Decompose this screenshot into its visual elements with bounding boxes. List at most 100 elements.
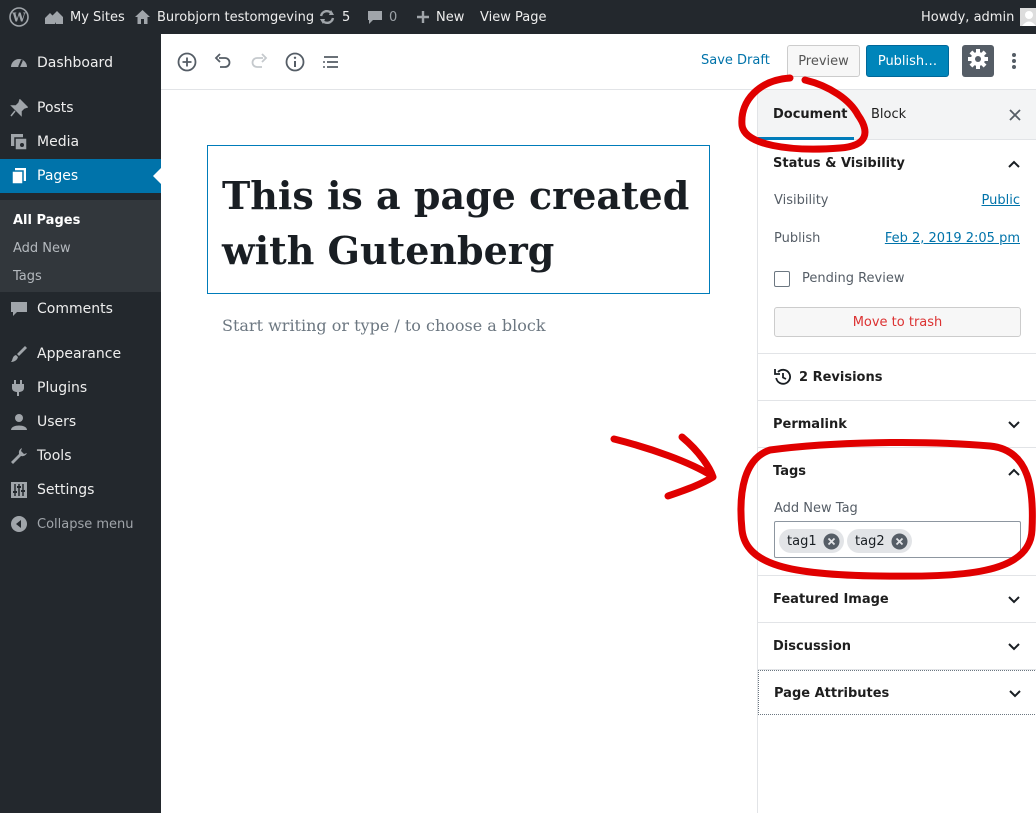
editor-toolbar: Save Draft Preview Publish… — [161, 34, 1036, 90]
admin-sidebar: Dashboard Posts Media Pages All Pages Ad… — [0, 34, 161, 813]
submenu-add-new[interactable]: Add New — [13, 241, 71, 256]
chevron-up-icon[interactable] — [1007, 157, 1021, 171]
tags-toggle[interactable]: Tags — [773, 464, 806, 479]
site-name-label: Burobjorn testomgeving — [157, 9, 315, 25]
pages-submenu: All Pages Add New Tags — [0, 200, 161, 292]
pending-review-checkbox[interactable] — [774, 271, 790, 287]
new-content-link[interactable]: New — [416, 0, 464, 34]
gear-icon — [967, 48, 989, 74]
user-icon — [10, 413, 28, 431]
page-attributes-panel: Page Attributes — [758, 670, 1036, 715]
sidebar-tabs: Document Block — [758, 90, 1036, 140]
post-title[interactable]: This is a page created with Gutenberg — [222, 168, 695, 278]
remove-tag-icon[interactable] — [891, 533, 908, 550]
sidebar-item-users[interactable]: Users — [0, 405, 161, 439]
publish-button[interactable]: Publish… — [866, 45, 949, 77]
pushpin-icon — [10, 98, 29, 117]
info-icon[interactable] — [283, 50, 307, 74]
plugin-icon — [10, 379, 28, 397]
permalink-panel: Permalink — [758, 401, 1036, 448]
paintbrush-icon — [10, 345, 28, 363]
history-icon — [774, 368, 792, 386]
pages-icon — [10, 167, 28, 185]
featured-image-panel: Featured Image — [758, 576, 1036, 623]
settings-sidebar: Document Block Status & Visibility Visib… — [757, 90, 1036, 813]
move-to-trash-button[interactable]: Move to trash — [774, 307, 1021, 337]
updates-icon — [318, 9, 336, 25]
comments-count: 0 — [389, 9, 398, 25]
chevron-down-icon[interactable] — [1007, 418, 1021, 432]
tag-token-label: tag1 — [787, 533, 817, 549]
plus-icon — [416, 10, 430, 24]
block-navigation-icon[interactable] — [319, 50, 343, 74]
collapse-icon — [10, 515, 28, 533]
wordpress-logo-icon[interactable]: W — [9, 0, 29, 34]
save-draft-button[interactable]: Save Draft — [701, 53, 770, 68]
submenu-tags[interactable]: Tags — [13, 269, 42, 284]
annotation-arrow-head — [664, 433, 717, 500]
sidebar-item-comments[interactable]: Comments — [0, 292, 161, 326]
add-block-icon[interactable] — [175, 50, 199, 74]
sidebar-item-tools[interactable]: Tools — [0, 439, 161, 473]
chevron-down-icon[interactable] — [1008, 687, 1022, 701]
chevron-down-icon[interactable] — [1007, 640, 1021, 654]
my-sites-link[interactable]: My Sites — [44, 0, 125, 34]
tab-document[interactable]: Document — [773, 107, 848, 122]
view-page-link[interactable]: View Page — [480, 0, 546, 34]
tag-token-field[interactable]: tag1 tag2 — [774, 521, 1021, 558]
publish-label: Publish — [774, 231, 821, 246]
post-title-block[interactable]: This is a page created with Gutenberg — [207, 145, 710, 294]
featured-image-toggle[interactable]: Featured Image — [773, 592, 889, 607]
tag-token: tag2 — [847, 529, 912, 553]
media-icon — [10, 133, 28, 151]
dashboard-icon — [10, 54, 28, 72]
sidebar-item-posts[interactable]: Posts — [0, 91, 161, 125]
close-icon[interactable] — [1007, 107, 1023, 123]
submenu-all-pages[interactable]: All Pages — [13, 213, 80, 228]
howdy-label: Howdy, admin — [921, 9, 1015, 25]
sidebar-item-settings[interactable]: Settings — [0, 473, 161, 507]
revisions-label: 2 Revisions — [799, 370, 883, 385]
visibility-label: Visibility — [774, 193, 829, 208]
permalink-toggle[interactable]: Permalink — [773, 417, 847, 432]
pending-review-label[interactable]: Pending Review — [802, 271, 904, 286]
comments-link[interactable]: 0 — [367, 0, 397, 34]
tag-token-label: tag2 — [855, 533, 885, 549]
preview-button[interactable]: Preview — [787, 45, 860, 77]
avatar — [1020, 8, 1036, 26]
undo-icon[interactable] — [211, 50, 235, 74]
more-options-icon[interactable] — [1006, 49, 1022, 73]
updates-count: 5 — [342, 9, 351, 25]
sidebar-item-dashboard[interactable]: Dashboard — [0, 46, 161, 80]
discussion-toggle[interactable]: Discussion — [773, 639, 851, 654]
page-attributes-toggle[interactable]: Page Attributes — [774, 686, 889, 701]
sidebar-item-media[interactable]: Media — [0, 125, 161, 159]
admin-bar: W My Sites Burobjorn testomgeving 5 0 Ne… — [0, 0, 1036, 34]
revisions-panel[interactable]: 2 Revisions — [758, 354, 1036, 401]
updates-link[interactable]: 5 — [318, 0, 350, 34]
wrench-icon — [10, 447, 28, 465]
sidebar-item-pages[interactable]: Pages — [0, 159, 161, 193]
status-visibility-toggle[interactable]: Status & Visibility — [773, 156, 905, 171]
howdy-account-menu[interactable]: Howdy, admin — [921, 0, 1036, 34]
my-sites-icon — [44, 9, 64, 25]
tab-block[interactable]: Block — [871, 107, 906, 122]
visibility-toggle[interactable]: Public — [982, 193, 1020, 208]
comment-icon — [10, 300, 28, 318]
tag-token: tag1 — [779, 529, 844, 553]
site-name-link[interactable]: Burobjorn testomgeving — [134, 0, 314, 34]
default-block-appender[interactable]: Start writing or type / to choose a bloc… — [222, 316, 546, 335]
collapse-menu-button[interactable]: Collapse menu — [0, 507, 161, 541]
publish-date-toggle[interactable]: Feb 2, 2019 2:05 pm — [885, 231, 1020, 246]
chevron-down-icon[interactable] — [1007, 593, 1021, 607]
remove-tag-icon[interactable] — [823, 533, 840, 550]
settings-toggle-button[interactable] — [962, 45, 994, 77]
add-new-tag-label: Add New Tag — [774, 501, 858, 516]
sidebar-item-plugins[interactable]: Plugins — [0, 371, 161, 405]
home-icon — [134, 9, 151, 25]
my-sites-label: My Sites — [70, 9, 125, 25]
chevron-up-icon[interactable] — [1007, 465, 1021, 479]
annotation-arrow-shaft — [610, 435, 716, 480]
sidebar-item-appearance[interactable]: Appearance — [0, 337, 161, 371]
redo-icon[interactable] — [247, 50, 271, 74]
